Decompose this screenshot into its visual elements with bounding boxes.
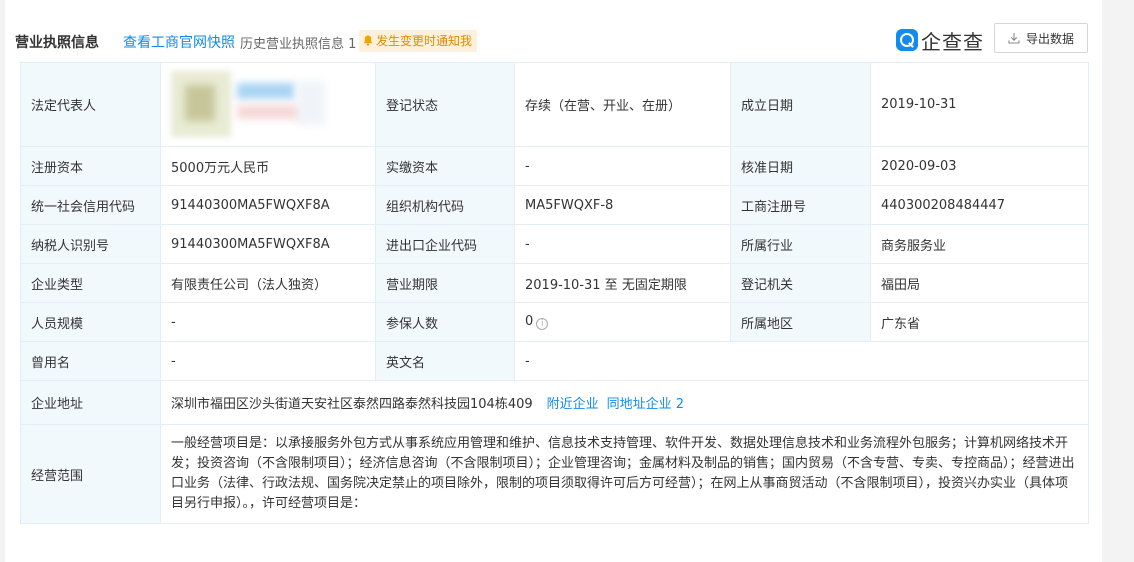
bell-icon xyxy=(363,35,373,46)
table-row: 企业地址 深圳市福田区沙头街道天安社区泰然四路泰然科技园104栋409 附近企业同… xyxy=(20,380,1089,425)
reg-capital-value: 5000万元人民币 xyxy=(160,146,376,186)
qichacha-logo: 企查查 xyxy=(896,27,984,54)
taxpayer-id-label: 纳税人识别号 xyxy=(20,224,161,264)
export-data-label: 导出数据 xyxy=(1025,31,1074,46)
credit-code-label: 统一社会信用代码 xyxy=(20,185,161,225)
legal-rep-label: 法定代表人 xyxy=(20,62,161,147)
import-export-label: 进出口企业代码 xyxy=(375,224,515,264)
address-value-cell: 深圳市福田区沙头街道天安社区泰然四路泰然科技园104栋409 附近企业 同地址企业 … xyxy=(160,380,1089,425)
approve-date-label: 核准日期 xyxy=(730,146,871,186)
former-name-value: - xyxy=(160,341,376,381)
insured-value-cell: 0i xyxy=(514,302,731,342)
same-address-companies-link[interactable]: 同地址企业 2 xyxy=(607,397,684,412)
address-label: 企业地址 xyxy=(20,380,161,425)
table-row: 统一社会信用代码 91440300MA5FWQXF8A 组织机构代码 MA5FW… xyxy=(20,185,1089,225)
scope-label: 经营范围 xyxy=(20,424,161,524)
industry-label: 所属行业 xyxy=(730,224,871,264)
import-export-value: - xyxy=(514,224,731,264)
reg-status-value: 存续（在营、开业、在册） xyxy=(514,62,731,147)
company-type-label: 企业类型 xyxy=(20,263,161,303)
table-row: 注册资本 5000万元人民币 实缴资本 - 核准日期 2020-09-03 xyxy=(20,146,1089,186)
notify-label: 发生变更时通知我 xyxy=(376,34,473,48)
biz-term-label: 营业期限 xyxy=(375,263,515,303)
section-header: 营业执照信息 查看工商官网快照 历史营业执照信息 1 发生变更时通知我 企查查 … xyxy=(15,22,1095,58)
info-icon[interactable]: i xyxy=(536,318,549,330)
org-code-label: 组织机构代码 xyxy=(375,185,515,225)
region-label: 所属地区 xyxy=(730,302,871,342)
company-type-value: 有限责任公司（法人独资） xyxy=(160,263,376,303)
staff-size-label: 人员规模 xyxy=(20,302,161,342)
insured-label: 参保人数 xyxy=(375,302,515,342)
scope-value: 一般经营项目是：以承接服务外包方式从事系统应用管理和维护、信息技术支持管理、软件… xyxy=(171,436,1075,511)
section-title: 营业执照信息 xyxy=(15,35,99,51)
table-row: 法定代表人 登记状态 存续（在营、开业、在册） 成立日期 2019-10-31 xyxy=(20,62,1089,147)
business-info-table: 法定代表人 登记状态 存续（在营、开业、在册） 成立日期 2019-10-31 … xyxy=(20,62,1089,524)
former-name-label: 曾用名 xyxy=(20,341,161,381)
est-date-label: 成立日期 xyxy=(730,62,871,147)
notify-on-change-button[interactable]: 发生变更时通知我 xyxy=(359,30,478,52)
approve-date-value: 2020-09-03 xyxy=(870,146,1089,186)
table-row: 经营范围 一般经营项目是：以承接服务外包方式从事系统应用管理和维护、信息技术支持… xyxy=(20,424,1089,524)
paid-capital-value: - xyxy=(514,146,731,186)
official-snapshot-link[interactable]: 查看工商官网快照 xyxy=(123,32,235,52)
table-row: 纳税人识别号 91440300MA5FWQXF8A 进出口企业代码 - 所属行业… xyxy=(20,224,1089,264)
nearby-companies-link[interactable]: 附近企业 xyxy=(547,397,599,412)
address-value: 深圳市福田区沙头街道天安社区泰然四路泰然科技园104栋409 xyxy=(171,397,533,412)
history-license-count: 1 xyxy=(348,37,357,52)
legal-rep-value xyxy=(160,62,376,147)
biz-reg-no-value: 440300208484447 xyxy=(870,185,1089,225)
biz-reg-no-label: 工商注册号 xyxy=(730,185,871,225)
english-name-value: - xyxy=(514,341,1089,381)
download-icon xyxy=(1008,33,1020,44)
staff-size-value: - xyxy=(160,302,376,342)
region-value: 广东省 xyxy=(870,302,1089,342)
english-name-label: 英文名 xyxy=(375,341,515,381)
reg-authority-label: 登记机关 xyxy=(730,263,871,303)
est-date-value: 2019-10-31 xyxy=(870,62,1089,147)
reg-status-label: 登记状态 xyxy=(375,62,515,147)
industry-value: 商务服务业 xyxy=(870,224,1089,264)
qichacha-logo-icon xyxy=(896,29,918,51)
paid-capital-label: 实缴资本 xyxy=(375,146,515,186)
reg-authority-value: 福田局 xyxy=(870,263,1089,303)
legal-rep-redacted xyxy=(171,63,365,146)
history-license-link[interactable]: 历史营业执照信息 1 xyxy=(240,33,356,52)
scope-value-cell: 一般经营项目是：以承接服务外包方式从事系统应用管理和维护、信息技术支持管理、软件… xyxy=(160,424,1089,524)
table-row: 企业类型 有限责任公司（法人独资） 营业期限 2019-10-31 至 无固定期… xyxy=(20,263,1089,303)
qichacha-logo-text: 企查查 xyxy=(921,29,984,54)
table-row: 人员规模 - 参保人数 0i 所属地区 广东省 xyxy=(20,302,1089,342)
org-code-value: MA5FWQXF-8 xyxy=(514,185,731,225)
export-data-button[interactable]: 导出数据 xyxy=(994,23,1088,53)
taxpayer-id-value: 91440300MA5FWQXF8A xyxy=(160,224,376,264)
biz-term-value: 2019-10-31 至 无固定期限 xyxy=(514,263,731,303)
table-row: 曾用名 - 英文名 - xyxy=(20,341,1089,381)
reg-capital-label: 注册资本 xyxy=(20,146,161,186)
insured-value: 0 xyxy=(525,314,534,329)
history-license-label: 历史营业执照信息 xyxy=(240,37,345,52)
credit-code-value: 91440300MA5FWQXF8A xyxy=(160,185,376,225)
